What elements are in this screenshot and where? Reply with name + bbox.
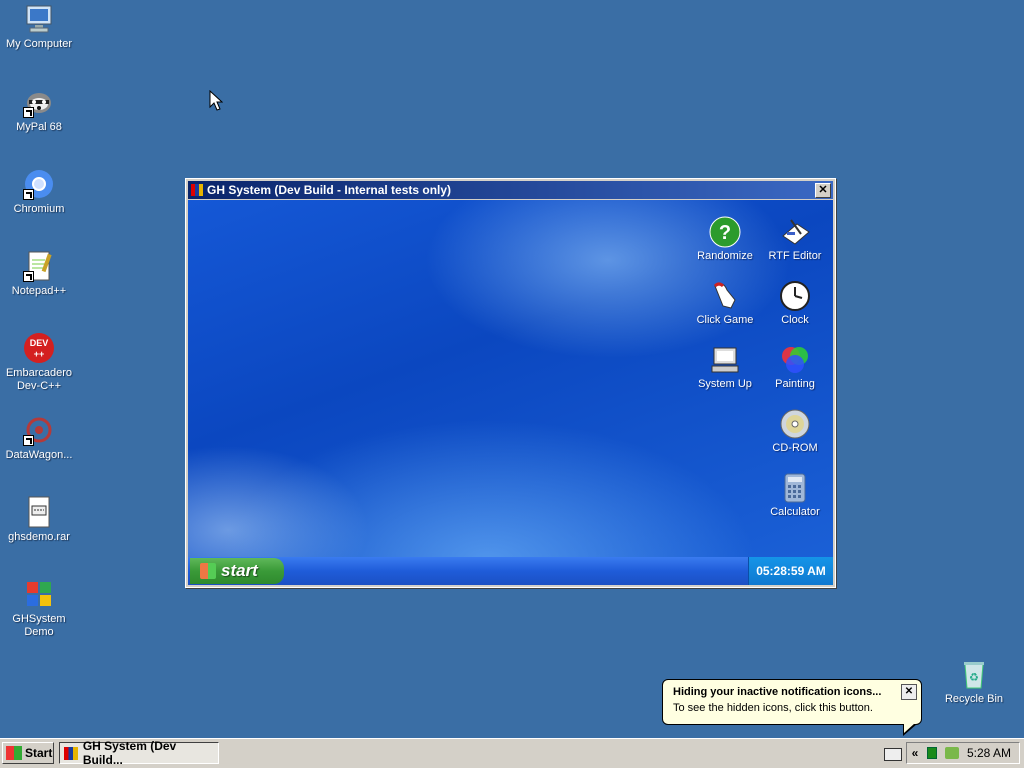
desktop-icon-recycle-bin[interactable]: ♻ Recycle Bin	[936, 658, 1012, 706]
desktop-icon-label: Chromium	[13, 203, 65, 215]
svg-text:++: ++	[34, 349, 45, 359]
app-icon-label: Clock	[781, 314, 809, 326]
desktop-icon-mypal[interactable]: MyPal 68	[1, 86, 77, 134]
window-titlebar[interactable]: GH System (Dev Build - Internal tests on…	[188, 181, 833, 199]
task-label: GH System (Dev Build...	[82, 739, 177, 767]
desktop-icon-ghsdemo-rar[interactable]: ghsdemo.rar	[1, 496, 77, 544]
os-taskbar: Start GH System (Dev Build... « 5:28 AM	[0, 738, 1024, 768]
simulated-desktop: ? Randomize RTF Editor Click Game Clock	[188, 200, 833, 585]
app-icon-clock[interactable]: Clock	[760, 280, 830, 326]
app-icon-cd-rom[interactable]: CD-ROM	[760, 408, 830, 454]
desktop-icon-label: GHSystem Demo	[12, 613, 66, 638]
start-button[interactable]: Start	[2, 742, 54, 764]
window-close-button[interactable]: ✕	[815, 183, 831, 198]
taskbar-task-gh-system[interactable]: GH System (Dev Build...	[59, 739, 219, 767]
devcpp-icon: DEV ++	[23, 332, 55, 364]
app-icon-label: System Up	[698, 378, 752, 390]
system-tray: « 5:28 AM	[906, 742, 1020, 764]
app-icon-rtf-editor[interactable]: RTF Editor	[760, 216, 830, 262]
archive-file-icon	[23, 496, 55, 528]
app-icon-label: Click Game	[696, 314, 754, 326]
app-icon-calculator[interactable]: Calculator	[760, 472, 830, 518]
datawagon-icon	[23, 414, 55, 446]
app-icon-randomize[interactable]: ? Randomize	[690, 216, 760, 262]
notification-balloon: Hiding your inactive notification icons.…	[662, 679, 922, 736]
balloon-tail	[903, 723, 917, 736]
app-icon-click-game[interactable]: Click Game	[690, 280, 760, 326]
start-label: Start	[25, 746, 53, 760]
inner-start-label: start	[221, 561, 258, 580]
windows-logo-icon	[6, 746, 22, 760]
desktop-icon-label: Recycle Bin	[944, 693, 1004, 705]
desktop-icon-label: MyPal 68	[16, 121, 62, 133]
my-computer-icon	[23, 3, 55, 35]
app-icon	[191, 184, 203, 196]
tray-clock[interactable]: 5:28 AM	[967, 746, 1011, 760]
windows-logo-icon	[200, 563, 216, 579]
svg-text:♻: ♻	[969, 671, 979, 684]
app-icon-label: Calculator	[770, 506, 820, 518]
shortcut-arrow-icon	[23, 271, 34, 282]
help-icon: ?	[709, 216, 741, 248]
balloon-close-button[interactable]: ✕	[901, 684, 917, 700]
shortcut-arrow-icon	[23, 107, 34, 118]
windows-flag-icon	[23, 578, 55, 610]
gh-system-window[interactable]: GH System (Dev Build - Internal tests on…	[185, 178, 836, 588]
recycle-bin-icon: ♻	[958, 658, 990, 690]
desktop-icon-label: DataWagon...	[5, 449, 73, 461]
notepadpp-icon	[23, 250, 55, 282]
desktop-icon-my-computer[interactable]: My Computer	[1, 3, 77, 51]
desktop-icon-label: ghsdemo.rar	[8, 531, 70, 543]
window-title: GH System (Dev Build - Internal tests on…	[207, 183, 452, 197]
calculator-icon	[779, 472, 811, 504]
raccoon-icon	[23, 86, 55, 118]
rtf-editor-icon	[779, 216, 811, 248]
cd-icon	[779, 408, 811, 440]
desktop-icon-datawagon[interactable]: DataWagon...	[1, 414, 77, 462]
inner-start-button[interactable]: start	[190, 558, 284, 584]
keyboard-icon[interactable]	[884, 748, 902, 761]
balloon-title: Hiding your inactive notification icons.…	[673, 686, 882, 698]
desktop-icon-devcpp[interactable]: DEV ++ Embarcadero Dev-C++	[1, 332, 77, 393]
chromium-icon	[23, 168, 55, 200]
desktop-icon-label: My Computer	[5, 38, 73, 50]
network-icon[interactable]	[945, 747, 959, 759]
inner-taskbar: start 05:28:59 AM	[188, 557, 833, 585]
desktop-icon-label: Notepad++	[11, 285, 67, 297]
pointer-hand-icon	[709, 280, 741, 312]
app-icon-label: Painting	[775, 378, 815, 390]
clock-icon	[779, 280, 811, 312]
svg-text:?: ?	[719, 222, 731, 244]
mouse-cursor-icon	[209, 90, 223, 111]
app-icon-painting[interactable]: Painting	[760, 344, 830, 390]
balloon-body: To see the hidden icons, click this butt…	[673, 702, 873, 714]
app-icon-system-up[interactable]: System Up	[690, 344, 760, 390]
desktop-icon-label: Embarcadero Dev-C++	[5, 367, 73, 392]
computer-icon	[709, 344, 741, 376]
app-icon-label: RTF Editor	[768, 250, 822, 262]
desktop-icon-notepadpp[interactable]: Notepad++	[1, 250, 77, 298]
app-icon-label: Randomize	[697, 250, 753, 262]
desktop-icon-chromium[interactable]: Chromium	[1, 168, 77, 216]
inner-clock: 05:28:59 AM	[748, 557, 833, 585]
svg-text:DEV: DEV	[30, 338, 49, 348]
app-icon	[64, 746, 78, 760]
app-icon-label: CD-ROM	[772, 442, 818, 454]
paint-colors-icon	[779, 344, 811, 376]
shortcut-arrow-icon	[23, 189, 34, 200]
show-hidden-icons-button[interactable]: «	[907, 746, 923, 760]
tray-app-icon[interactable]	[927, 747, 937, 759]
shortcut-arrow-icon	[23, 435, 34, 446]
desktop-icon-ghsystem-demo[interactable]: GHSystem Demo	[1, 578, 77, 639]
